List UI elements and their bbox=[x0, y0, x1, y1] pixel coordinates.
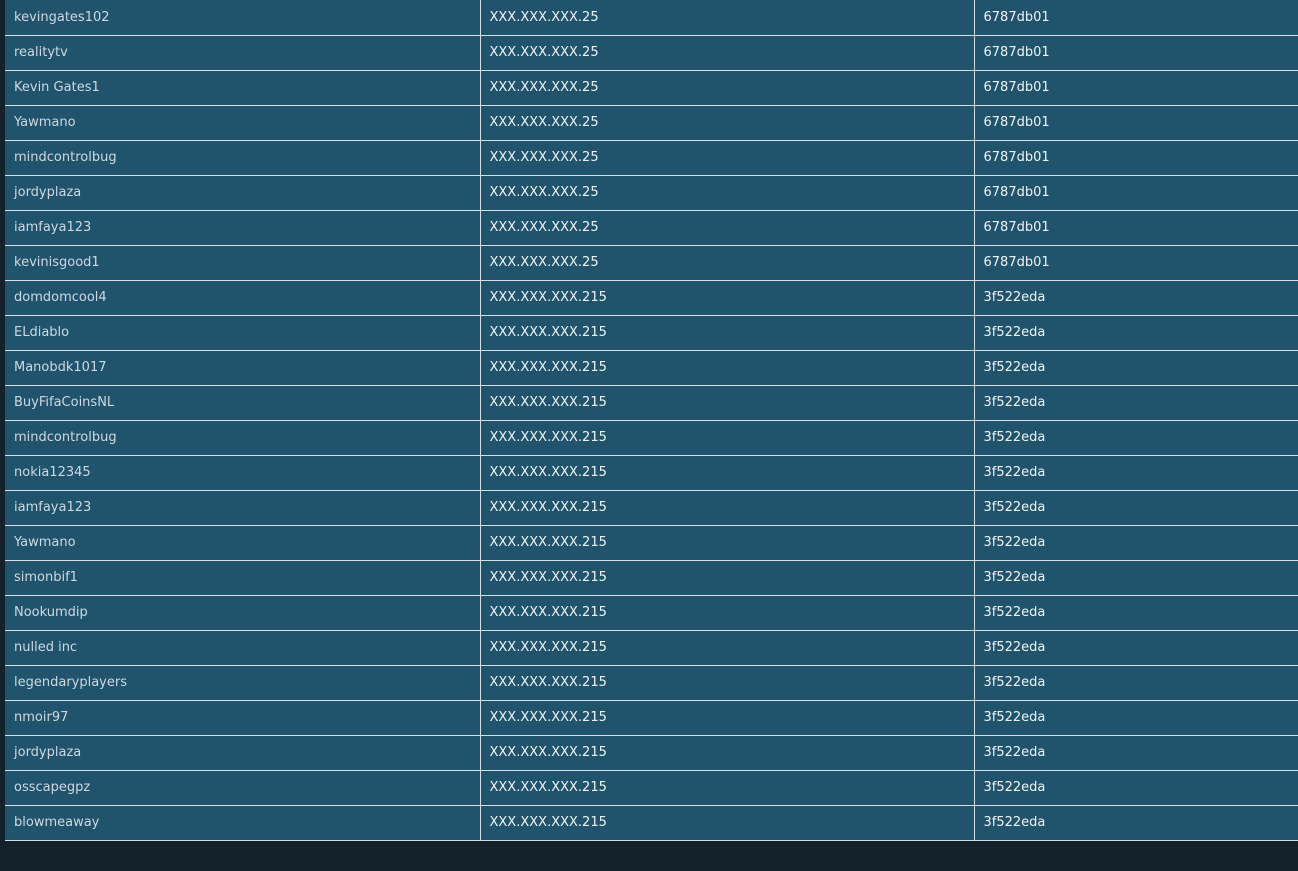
table-row: legendaryplayers XXX.XXX.XXX.215 3f522eda bbox=[5, 665, 1298, 701]
username-cell: Manobdk1017 bbox=[5, 350, 481, 386]
hash-cell: 3f522eda bbox=[974, 490, 1298, 526]
ip-address-cell: XXX.XXX.XXX.215 bbox=[480, 420, 975, 456]
table-row: iamfaya123 XXX.XXX.XXX.25 6787db01 bbox=[5, 210, 1298, 246]
ip-address-cell: XXX.XXX.XXX.215 bbox=[480, 805, 975, 841]
table-row: Yawmano XXX.XXX.XXX.25 6787db01 bbox=[5, 105, 1298, 141]
results-table: kevingates102 XXX.XXX.XXX.25 6787db01 reali… bbox=[5, 0, 1298, 841]
username-cell: legendaryplayers bbox=[5, 665, 481, 701]
table-row: ELdiablo XXX.XXX.XXX.215 3f522eda bbox=[5, 315, 1298, 351]
hash-cell: 6787db01 bbox=[974, 140, 1298, 176]
ip-address-cell: XXX.XXX.XXX.25 bbox=[480, 140, 975, 176]
hash-cell: 6787db01 bbox=[974, 105, 1298, 141]
hash-cell: 6787db01 bbox=[974, 0, 1298, 36]
table-row: BuyFifaCoinsNL XXX.XXX.XXX.215 3f522eda bbox=[5, 385, 1298, 421]
username-cell: mindcontrolbug bbox=[5, 140, 481, 176]
hash-cell: 3f522eda bbox=[974, 455, 1298, 491]
table-row: Nookumdip XXX.XXX.XXX.215 3f522eda bbox=[5, 595, 1298, 631]
username-cell: domdomcool4 bbox=[5, 280, 481, 316]
ip-address-cell: XXX.XXX.XXX.25 bbox=[480, 245, 975, 281]
hash-cell: 3f522eda bbox=[974, 700, 1298, 736]
ip-address-cell: XXX.XXX.XXX.215 bbox=[480, 700, 975, 736]
table-row: nokia12345 XXX.XXX.XXX.215 3f522eda bbox=[5, 455, 1298, 491]
ip-address-cell: XXX.XXX.XXX.25 bbox=[480, 210, 975, 246]
username-cell: jordyplaza bbox=[5, 735, 481, 771]
hash-cell: 3f522eda bbox=[974, 735, 1298, 771]
table-row: jordyplaza XXX.XXX.XXX.215 3f522eda bbox=[5, 735, 1298, 771]
ip-address-cell: XXX.XXX.XXX.215 bbox=[480, 315, 975, 351]
hash-cell: 3f522eda bbox=[974, 525, 1298, 561]
username-cell: osscapegpz bbox=[5, 770, 481, 806]
hash-cell: 3f522eda bbox=[974, 385, 1298, 421]
results-table-body: kevingates102 XXX.XXX.XXX.25 6787db01 reali… bbox=[5, 0, 1298, 841]
ip-address-cell: XXX.XXX.XXX.215 bbox=[480, 665, 975, 701]
hash-cell: 3f522eda bbox=[974, 665, 1298, 701]
table-row: nmoir97 XXX.XXX.XXX.215 3f522eda bbox=[5, 700, 1298, 736]
ip-address-cell: XXX.XXX.XXX.215 bbox=[480, 280, 975, 316]
username-cell: iamfaya123 bbox=[5, 490, 481, 526]
hash-cell: 3f522eda bbox=[974, 560, 1298, 596]
username-cell: Yawmano bbox=[5, 105, 481, 141]
table-row: realitytv XXX.XXX.XXX.25 6787db01 bbox=[5, 35, 1298, 71]
username-cell: Yawmano bbox=[5, 525, 481, 561]
hash-cell: 6787db01 bbox=[974, 175, 1298, 211]
ip-address-cell: XXX.XXX.XXX.25 bbox=[480, 0, 975, 36]
ip-address-cell: XXX.XXX.XXX.215 bbox=[480, 455, 975, 491]
username-cell: realitytv bbox=[5, 35, 481, 71]
hash-cell: 6787db01 bbox=[974, 245, 1298, 281]
table-row: mindcontrolbug XXX.XXX.XXX.215 3f522eda bbox=[5, 420, 1298, 456]
ip-address-cell: XXX.XXX.XXX.215 bbox=[480, 525, 975, 561]
hash-cell: 3f522eda bbox=[974, 350, 1298, 386]
username-cell: blowmeaway bbox=[5, 805, 481, 841]
username-cell: jordyplaza bbox=[5, 175, 481, 211]
table-row: mindcontrolbug XXX.XXX.XXX.25 6787db01 bbox=[5, 140, 1298, 176]
table-row: kevinisgood1 XXX.XXX.XXX.25 6787db01 bbox=[5, 245, 1298, 281]
username-cell: mindcontrolbug bbox=[5, 420, 481, 456]
table-row: nulled inc XXX.XXX.XXX.215 3f522eda bbox=[5, 630, 1298, 666]
ip-address-cell: XXX.XXX.XXX.25 bbox=[480, 70, 975, 106]
table-row: kevingates102 XXX.XXX.XXX.25 6787db01 bbox=[5, 0, 1298, 36]
hash-cell: 6787db01 bbox=[974, 210, 1298, 246]
table-row: blowmeaway XXX.XXX.XXX.215 3f522eda bbox=[5, 805, 1298, 841]
hash-cell: 6787db01 bbox=[974, 70, 1298, 106]
table-row: jordyplaza XXX.XXX.XXX.25 6787db01 bbox=[5, 175, 1298, 211]
username-cell: BuyFifaCoinsNL bbox=[5, 385, 481, 421]
hash-cell: 3f522eda bbox=[974, 280, 1298, 316]
username-cell: simonbif1 bbox=[5, 560, 481, 596]
hash-cell: 3f522eda bbox=[974, 420, 1298, 456]
hash-cell: 3f522eda bbox=[974, 805, 1298, 841]
table-row: iamfaya123 XXX.XXX.XXX.215 3f522eda bbox=[5, 490, 1298, 526]
ip-address-cell: XXX.XXX.XXX.215 bbox=[480, 560, 975, 596]
table-row: Kevin Gates1 XXX.XXX.XXX.25 6787db01 bbox=[5, 70, 1298, 106]
ip-address-cell: XXX.XXX.XXX.25 bbox=[480, 105, 975, 141]
ip-address-cell: XXX.XXX.XXX.215 bbox=[480, 735, 975, 771]
ip-address-cell: XXX.XXX.XXX.215 bbox=[480, 630, 975, 666]
ip-address-cell: XXX.XXX.XXX.25 bbox=[480, 175, 975, 211]
ip-address-cell: XXX.XXX.XXX.215 bbox=[480, 490, 975, 526]
table-row: domdomcool4 XXX.XXX.XXX.215 3f522eda bbox=[5, 280, 1298, 316]
hash-cell: 3f522eda bbox=[974, 630, 1298, 666]
table-row: osscapegpz XXX.XXX.XXX.215 3f522eda bbox=[5, 770, 1298, 806]
ip-address-cell: XXX.XXX.XXX.215 bbox=[480, 385, 975, 421]
hash-cell: 3f522eda bbox=[974, 595, 1298, 631]
username-cell: iamfaya123 bbox=[5, 210, 481, 246]
ip-address-cell: XXX.XXX.XXX.215 bbox=[480, 770, 975, 806]
hash-cell: 3f522eda bbox=[974, 770, 1298, 806]
username-cell: Nookumdip bbox=[5, 595, 481, 631]
results-table-container: kevingates102 XXX.XXX.XXX.25 6787db01 reali… bbox=[5, 0, 1298, 841]
username-cell: Kevin Gates1 bbox=[5, 70, 481, 106]
table-row: simonbif1 XXX.XXX.XXX.215 3f522eda bbox=[5, 560, 1298, 596]
username-cell: nulled inc bbox=[5, 630, 481, 666]
ip-address-cell: XXX.XXX.XXX.215 bbox=[480, 595, 975, 631]
hash-cell: 3f522eda bbox=[974, 315, 1298, 351]
hash-cell: 6787db01 bbox=[974, 35, 1298, 71]
table-row: Manobdk1017 XXX.XXX.XXX.215 3f522eda bbox=[5, 350, 1298, 386]
username-cell: nmoir97 bbox=[5, 700, 481, 736]
username-cell: kevinisgood1 bbox=[5, 245, 481, 281]
ip-address-cell: XXX.XXX.XXX.215 bbox=[480, 350, 975, 386]
username-cell: nokia12345 bbox=[5, 455, 481, 491]
username-cell: ELdiablo bbox=[5, 315, 481, 351]
ip-address-cell: XXX.XXX.XXX.25 bbox=[480, 35, 975, 71]
table-row: Yawmano XXX.XXX.XXX.215 3f522eda bbox=[5, 525, 1298, 561]
username-cell: kevingates102 bbox=[5, 0, 481, 36]
